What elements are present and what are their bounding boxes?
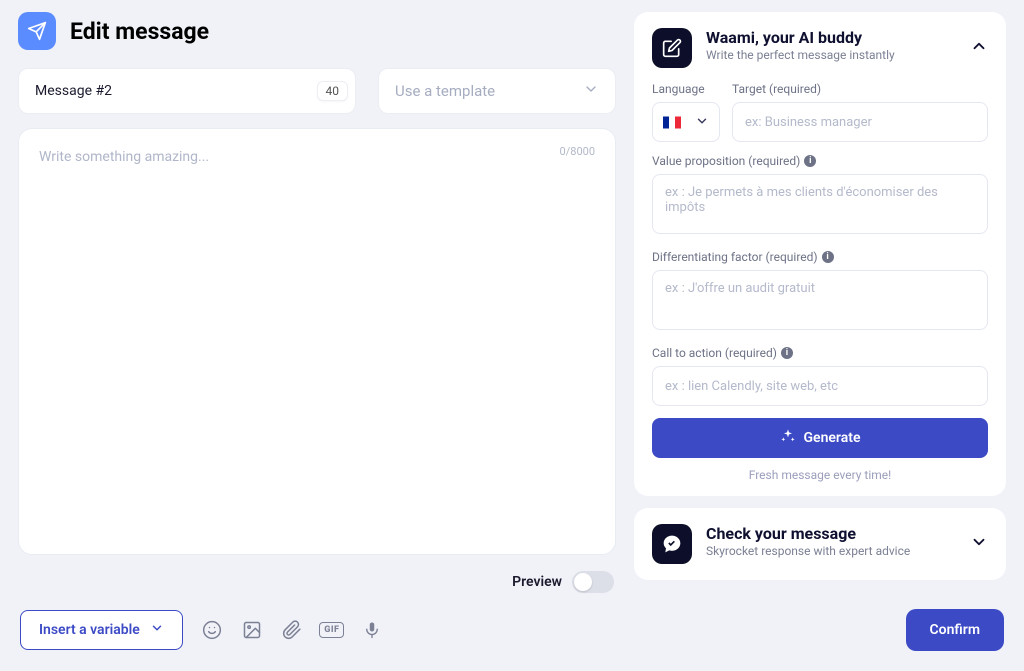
confirm-button[interactable]: Confirm [906, 609, 1004, 651]
image-icon[interactable] [241, 619, 263, 641]
message-textarea[interactable] [39, 149, 595, 534]
sparkle-icon [780, 428, 796, 448]
page-title: Edit message [70, 18, 209, 45]
emoji-icon[interactable] [201, 619, 223, 641]
generate-button[interactable]: Generate [652, 418, 988, 458]
gif-icon[interactable]: GIF [321, 619, 343, 641]
chevron-down-icon [583, 81, 599, 101]
edit-icon [652, 28, 692, 68]
cta-input[interactable] [652, 366, 988, 406]
info-icon: i [822, 251, 834, 263]
insert-variable-button[interactable]: Insert a variable [20, 610, 183, 650]
generate-note: Fresh message every time! [652, 468, 988, 482]
cta-label: Call to action (required)i [652, 346, 988, 360]
ai-panel-title: Waami, your AI buddy [706, 28, 956, 47]
diff-factor-label: Differentiating factor (required)i [652, 250, 988, 264]
chevron-down-icon [695, 113, 709, 132]
message-name-input[interactable] [18, 68, 356, 114]
page-header: Edit message [18, 12, 616, 50]
check-panel-subtitle: Skyrocket response with expert advice [706, 544, 956, 558]
message-name-field-wrap: 40 [18, 68, 356, 114]
ai-panel: Waami, your AI buddy Write the perfect m… [634, 12, 1006, 496]
value-prop-label: Value proposition (required)i [652, 154, 988, 168]
chevron-down-icon [150, 621, 164, 639]
info-icon: i [781, 347, 793, 359]
preview-label: Preview [512, 574, 562, 590]
char-counter: 0/8000 [560, 145, 595, 158]
chevron-down-icon [970, 533, 988, 555]
target-label: Target (required) [732, 82, 988, 96]
value-prop-input[interactable] [652, 174, 988, 234]
language-label: Language [652, 82, 720, 96]
diff-factor-input[interactable] [652, 270, 988, 330]
language-select[interactable] [652, 102, 720, 142]
ai-panel-header[interactable]: Waami, your AI buddy Write the perfect m… [652, 28, 988, 68]
template-select-placeholder: Use a template [395, 82, 495, 100]
send-icon [18, 12, 56, 50]
attachment-icon[interactable] [281, 619, 303, 641]
flag-france-icon [663, 116, 681, 129]
ai-panel-subtitle: Write the perfect message instantly [706, 48, 956, 62]
template-select[interactable]: Use a template [378, 68, 616, 114]
message-name-limit-badge: 40 [317, 81, 349, 101]
check-panel-title: Check your message [706, 524, 956, 543]
preview-toggle[interactable] [572, 571, 614, 593]
info-icon: i [804, 155, 816, 167]
chevron-up-icon [970, 37, 988, 59]
message-editor[interactable]: 0/8000 [18, 128, 616, 555]
target-input[interactable] [732, 102, 988, 142]
microphone-icon[interactable] [361, 619, 383, 641]
